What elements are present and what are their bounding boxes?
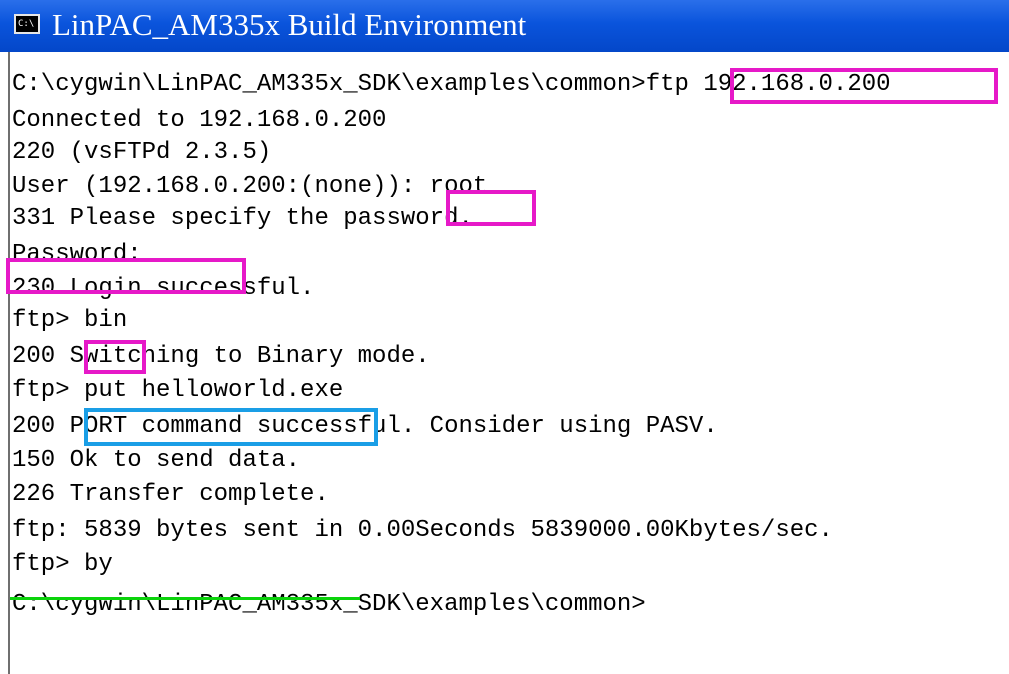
console-line-bin: ftp> bin	[12, 307, 128, 334]
console-line-put: ftp> put helloworld.exe	[12, 377, 344, 404]
window-title: LinPAC_AM335x Build Environment	[52, 7, 527, 42]
console-line-connected: Connected to 192.168.0.200	[12, 107, 387, 134]
bin-command-highlight	[84, 340, 146, 374]
console-window: C:\ LinPAC_AM335x Build Environment C:\c…	[0, 0, 1009, 674]
console-line-binary-mode: 200 Switching to Binary mode.	[12, 343, 430, 370]
title-bar[interactable]: C:\ LinPAC_AM335x Build Environment	[0, 0, 1009, 53]
terminal-output[interactable]: C:\cygwin\LinPAC_AM335x_SDK\examples\com…	[0, 52, 1009, 674]
ftp-host-highlight	[730, 68, 998, 104]
console-line-bye: ftp> by	[12, 551, 113, 578]
root-user-highlight	[446, 190, 536, 226]
transfer-complete-underline	[10, 597, 360, 600]
console-line-vsftpd: 220 (vsFTPd 2.3.5)	[12, 139, 272, 166]
console-icon[interactable]: C:\	[14, 14, 40, 34]
console-line-bytes-sent: ftp: 5839 bytes sent in 0.00Seconds 5839…	[12, 517, 833, 544]
console-line-prompt: C:\cygwin\LinPAC_AM335x_SDK\examples\com…	[12, 591, 646, 618]
console-line-user: User (192.168.0.200:(none)): root	[12, 173, 488, 200]
console-line-transfer-complete: 226 Transfer complete.	[12, 481, 329, 508]
console-left-border	[8, 52, 10, 674]
console-line-send-data: 150 Ok to send data.	[12, 447, 301, 474]
console-line-password-request: 331 Please specify the password.	[12, 205, 473, 232]
put-command-highlight	[84, 408, 378, 446]
password-highlight	[6, 258, 246, 294]
